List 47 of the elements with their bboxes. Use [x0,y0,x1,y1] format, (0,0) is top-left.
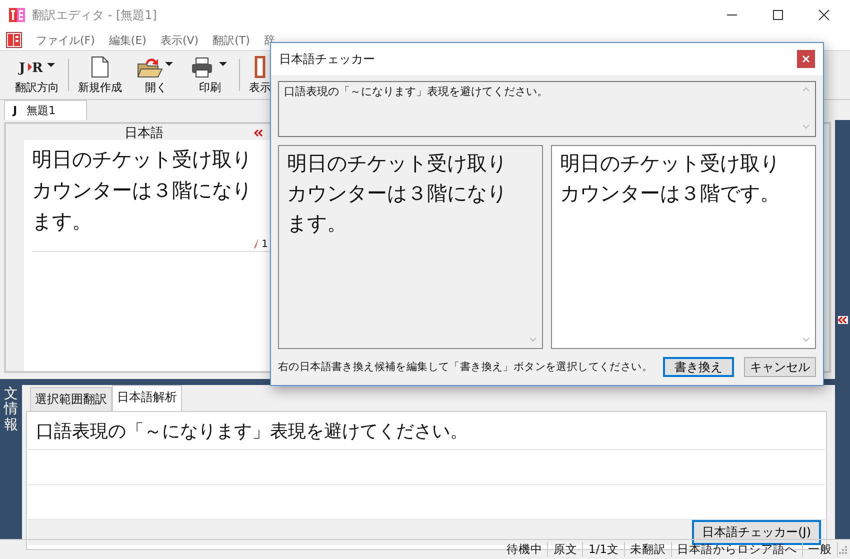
menu-item[interactable]: 編集(E) [108,32,146,48]
panel-title: 文情報 [4,387,18,435]
message-box: 口語表現の「～になります」表現を避けてください。 [278,81,816,137]
toolbar-button[interactable]: 表示 [244,56,276,94]
collapse-icon[interactable] [254,129,264,137]
menu-item[interactable]: ファイル(F) [36,32,95,48]
close-icon [802,55,810,63]
rewrite-button[interactable]: 書き換え [662,357,734,377]
analysis-message: 口語表現の「～になります」表現を避けてください。 [28,413,825,450]
printer-icon [190,56,230,78]
checker-button[interactable]: 日本語チェッカー(J) [692,520,821,545]
panel-tab[interactable]: 選択範囲翻訳 [30,387,112,411]
suggestion-field[interactable]: 明日のチケット受け取りカウンターは３階です。 [551,145,816,349]
new-document-icon [91,56,109,78]
toolbar-button[interactable]: J R 翻訳方向 [10,56,64,94]
status-item: 1/1文 [583,542,625,557]
status-item: 一般 [803,542,838,557]
source-text[interactable]: 明日のチケット受け取りカウンターは３階になります。 [24,140,264,237]
sentence-number: 1 [262,238,268,250]
app-logo-icon[interactable] [6,32,22,48]
menu-item[interactable]: 表示(V) [160,32,199,48]
pencil-icon [252,238,259,250]
window-title: 翻訳エディタ - [無題1] [32,6,157,24]
document-tab[interactable]: J 無題1 [4,100,87,120]
expand-icon[interactable] [838,316,848,324]
resize-grip-icon[interactable] [838,544,848,554]
menu-item[interactable]: 翻訳(T) [212,32,250,48]
cancel-button[interactable]: キャンセル [744,357,816,377]
dialog-title: 日本語チェッカー [279,50,375,68]
status-item: 待機中 [501,542,548,557]
status-item: 未翻訳 [625,542,672,557]
original-text-box: 明日のチケット受け取りカウンターは３階になります。 [278,145,543,349]
toolbar-button[interactable]: 新規作成 [73,56,127,94]
maximize-icon[interactable] [772,9,784,21]
close-icon[interactable] [818,9,830,21]
column-header: 日本語 [124,125,164,140]
open-folder-icon [136,56,176,78]
status-item: 原文 [548,542,584,557]
toolbar-button[interactable]: 印刷 [185,56,235,94]
status-item: 日本語からロシア語へ [672,542,803,557]
scrollbar-icon[interactable] [801,85,811,131]
close-button[interactable] [797,50,815,68]
panel-icon [254,56,266,78]
instruction-text: 右の日本語書き換え候補を編集して「書き換え」ボタンを選択してください。 [278,360,653,374]
toolbar-button[interactable]: 開く [131,56,181,94]
app-logo-icon [8,7,26,23]
panel-tab[interactable]: 日本語解析 [112,385,182,411]
